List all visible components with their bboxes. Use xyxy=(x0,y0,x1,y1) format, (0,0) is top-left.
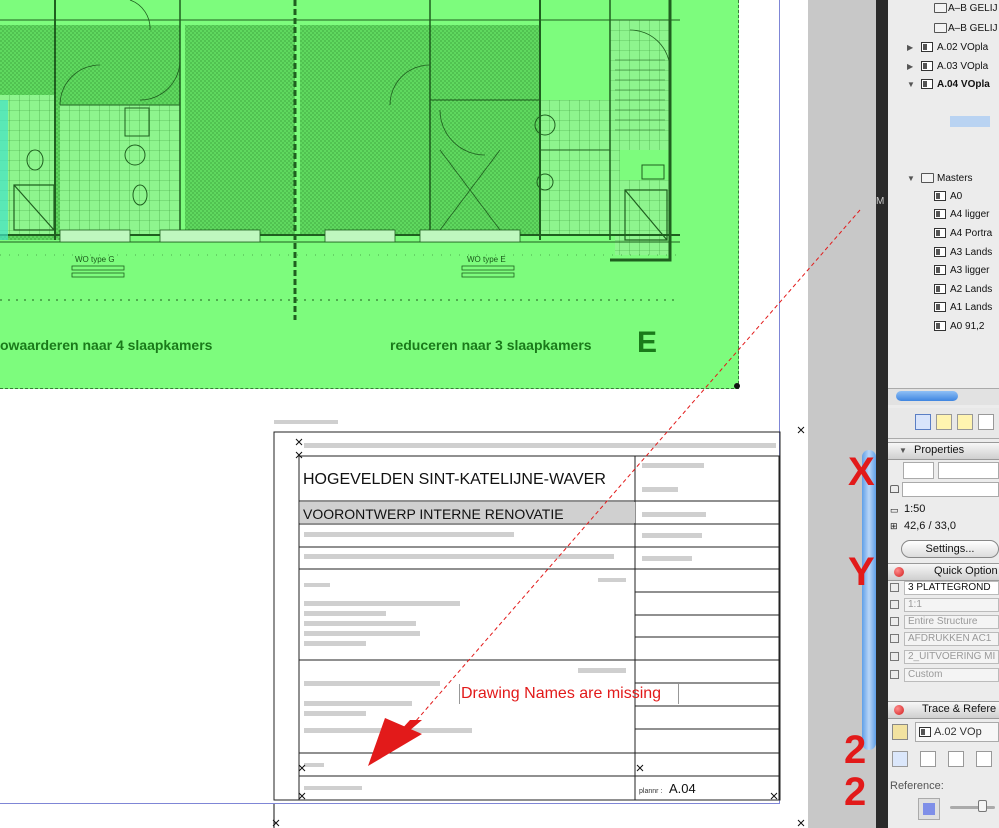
selected-drawing-placeholder[interactable] xyxy=(950,116,990,127)
move-icon[interactable] xyxy=(920,751,936,767)
pen-set-icon xyxy=(890,634,899,643)
master-item[interactable]: A1 Lands xyxy=(888,299,999,317)
panel-separator xyxy=(876,0,888,828)
model-view-icon xyxy=(890,652,899,661)
master-layout-icon xyxy=(934,191,946,201)
tree-item-a03[interactable]: ▶ A.03 VOpla xyxy=(888,58,999,76)
quick-options-header[interactable]: Quick Option xyxy=(888,563,999,581)
master-item[interactable]: A0 xyxy=(888,188,999,206)
master-layout-icon xyxy=(934,247,946,257)
master-item[interactable]: A4 Portra xyxy=(888,225,999,243)
trace-reference-header[interactable]: Trace & Refere xyxy=(888,701,999,719)
new-layout-icon[interactable] xyxy=(936,414,952,430)
disclosure-down-icon[interactable]: ▼ xyxy=(899,446,907,455)
folder-icon xyxy=(934,3,947,13)
quick-option-dimension[interactable]: Custom xyxy=(888,667,999,684)
unit-label-left: WO type G xyxy=(75,255,115,264)
tree-item-a02[interactable]: ▶ A.02 VOpla xyxy=(888,39,999,57)
scale-icon xyxy=(890,600,899,609)
partial-mark: 2 xyxy=(844,728,867,772)
close-icon[interactable] xyxy=(894,705,904,715)
layout-sheet-icon xyxy=(919,727,931,737)
size-value: 42,6 / 33,0 xyxy=(904,520,956,532)
dimension-icon xyxy=(890,670,899,679)
quick-option-layer-combo[interactable]: 3 PLATTEGROND xyxy=(888,580,999,597)
disclosure-right-icon[interactable]: ▶ xyxy=(907,43,913,52)
tree-scrollbar-thumb[interactable] xyxy=(896,391,958,401)
vertical-scrollbar[interactable] xyxy=(862,450,876,750)
master-layout-icon xyxy=(934,265,946,275)
trace-reference-select[interactable]: A.02 VOp xyxy=(915,722,999,742)
master-layout-icon xyxy=(934,302,946,312)
close-icon[interactable] xyxy=(894,567,904,577)
layout-sheet-icon xyxy=(921,61,933,71)
trace-toggle-icon[interactable] xyxy=(892,724,908,740)
disclosure-down-icon[interactable]: ▼ xyxy=(907,80,915,89)
reset-icon[interactable] xyxy=(976,751,992,767)
tree-item[interactable]: A–B GELIJ xyxy=(888,0,999,18)
master-item[interactable]: A2 Lands xyxy=(888,281,999,299)
disclosure-down-icon[interactable]: ▼ xyxy=(907,174,915,183)
master-layout-icon xyxy=(934,284,946,294)
quick-option-scale[interactable]: 1:1 xyxy=(888,597,999,614)
property-id-field[interactable] xyxy=(903,462,934,479)
drawing-canvas[interactable]: WO type G WO type E owaarderen naar 4 sl… xyxy=(0,0,876,828)
layout-sheet-icon xyxy=(921,42,933,52)
quick-option-structure[interactable]: Entire Structure xyxy=(888,614,999,631)
folder-icon xyxy=(921,173,934,183)
partial-mark: 2 xyxy=(844,770,867,814)
property-field[interactable] xyxy=(902,482,999,497)
plan-number-label: plannr : xyxy=(639,788,663,795)
structure-icon xyxy=(890,617,899,626)
master-item[interactable]: A0 91,2 xyxy=(888,318,999,336)
plan-number: A.04 xyxy=(669,781,696,796)
settings-button[interactable]: Settings... xyxy=(901,540,999,558)
new-folder-icon[interactable] xyxy=(957,414,973,430)
disclosure-right-icon[interactable]: ▶ xyxy=(907,62,913,71)
scale-value: 1:50 xyxy=(904,503,926,515)
layers-icon xyxy=(890,583,899,592)
annotation-bounds xyxy=(459,684,679,704)
reference-color-swatch[interactable] xyxy=(918,798,940,820)
quick-option-model-view[interactable]: 2_UITVOERING MI xyxy=(888,649,999,666)
trace-options-icon[interactable] xyxy=(892,751,908,767)
navigator-panel: A–B GELIJ A–B GELIJ ▶ A.02 VOpla ▶ A.03 … xyxy=(888,0,999,828)
size-icon: ⊞ xyxy=(890,521,898,531)
layout-sheet-icon xyxy=(921,79,933,89)
lock-icon xyxy=(890,485,899,493)
rotate-icon[interactable] xyxy=(948,751,964,767)
tree-item-a04[interactable]: ▼ A.04 VOpla xyxy=(888,76,999,94)
caption-left: owaarderen naar 4 slaapkamers xyxy=(0,337,213,353)
scale-icon: ▭ xyxy=(890,505,899,515)
partial-mark: X xyxy=(848,450,875,494)
delete-icon[interactable] xyxy=(978,414,994,430)
edge-letter: M xyxy=(876,196,885,207)
tree-item[interactable]: A–B GELIJ xyxy=(888,20,999,38)
properties-header[interactable]: ▼ Properties xyxy=(888,442,999,460)
master-item[interactable]: A3 ligger xyxy=(888,262,999,280)
master-item[interactable]: A3 Lands xyxy=(888,244,999,262)
folder-icon xyxy=(934,23,947,33)
slider-handle[interactable] xyxy=(978,800,987,812)
tree-item-masters[interactable]: ▼ Masters xyxy=(888,170,999,188)
view-settings-icon[interactable] xyxy=(915,414,931,430)
master-item[interactable]: A4 ligger xyxy=(888,206,999,224)
master-layout-icon xyxy=(934,228,946,238)
reference-label: Reference: xyxy=(890,780,944,792)
master-layout-icon xyxy=(934,321,946,331)
reference-intensity-slider[interactable] xyxy=(950,806,995,809)
master-layout-icon xyxy=(934,209,946,219)
quick-option-pen-set[interactable]: AFDRUKKEN AC1 xyxy=(888,631,999,648)
property-name-field[interactable] xyxy=(938,462,999,479)
partial-mark: Y xyxy=(848,550,875,594)
